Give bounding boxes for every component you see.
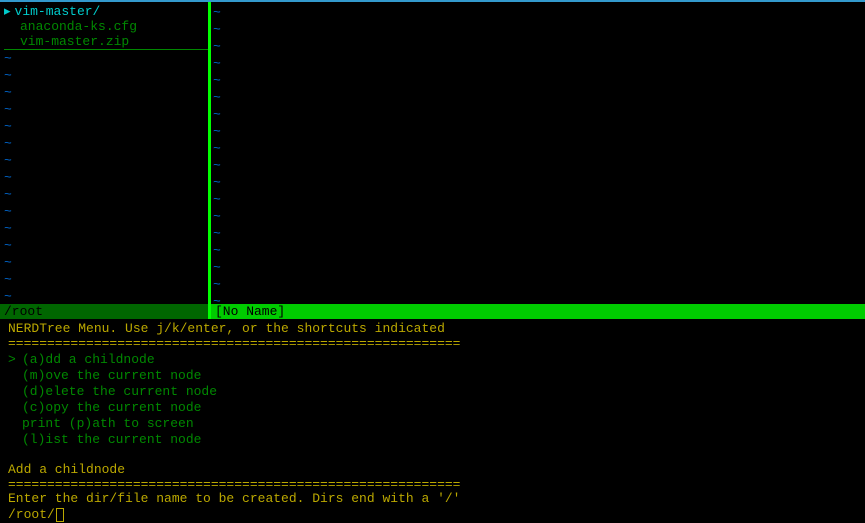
tilde-marker: ~ (4, 186, 208, 203)
tilde-marker: ~ (213, 242, 865, 259)
tilde-marker: ~ (4, 50, 208, 67)
tree-root-label: vim-master/ (15, 4, 101, 19)
tilde-marker: ~ (213, 208, 865, 225)
tilde-marker: ~ (4, 152, 208, 169)
menu-item-label: (m)ove the current node (22, 368, 201, 383)
menu-divider: ========================================… (8, 337, 865, 350)
menu-item-label: (c)opy the current node (22, 400, 201, 415)
tilde-marker: ~ (4, 101, 208, 118)
tilde-marker: ~ (213, 276, 865, 293)
menu-items-list: > (a)dd a childnode (m)ove the current n… (8, 352, 865, 448)
menu-item-move[interactable]: (m)ove the current node (8, 368, 865, 384)
menu-item-list[interactable]: (l)ist the current node (8, 432, 865, 448)
tilde-marker: ~ (4, 84, 208, 101)
tree-content: ▸ vim-master/ anaconda-ks.cfg vim-master… (0, 2, 208, 50)
status-left-path: /root (0, 304, 211, 319)
prompt-instruction: Enter the dir/file name to be created. D… (8, 491, 865, 507)
tilde-marker: ~ (213, 4, 865, 21)
tilde-marker: ~ (4, 169, 208, 186)
menu-item-label: (a)dd a childnode (22, 352, 155, 367)
menu-item-print[interactable]: print (p)ath to screen (8, 416, 865, 432)
tilde-marker: ~ (213, 55, 865, 72)
tilde-marker: ~ (213, 191, 865, 208)
nerdtree-menu: NERDTree Menu. Use j/k/enter, or the sho… (0, 319, 865, 523)
tilde-marker: ~ (4, 237, 208, 254)
menu-selected-indicator: > (8, 352, 22, 368)
menu-item-label: (d)elete the current node (22, 384, 217, 399)
tilde-marker: ~ (4, 220, 208, 237)
status-right-name: [No Name] (211, 304, 865, 319)
tilde-marker: ~ (213, 140, 865, 157)
tilde-marker: ~ (213, 89, 865, 106)
tilde-marker: ~ (213, 157, 865, 174)
tilde-marker: ~ (213, 259, 865, 276)
status-bar: /root [No Name] (0, 304, 865, 319)
menu-item-delete[interactable]: (d)elete the current node (8, 384, 865, 400)
tilde-marker: ~ (213, 72, 865, 89)
prompt-section: Add a childnode ========================… (8, 462, 865, 523)
tilde-marker: ~ (4, 271, 208, 288)
tilde-marker: ~ (213, 106, 865, 123)
input-prefix: /root/ (8, 507, 55, 523)
tilde-marker: ~ (213, 38, 865, 55)
menu-item-add[interactable]: > (a)dd a childnode (8, 352, 865, 368)
menu-header: NERDTree Menu. Use j/k/enter, or the sho… (8, 321, 865, 337)
editor-pane[interactable]: ~ ~ ~ ~ ~ ~ ~ ~ ~ ~ ~ ~ ~ ~ ~ ~ ~ ~ (211, 2, 865, 304)
menu-item-label: (l)ist the current node (22, 432, 201, 447)
tilde-marker: ~ (4, 203, 208, 220)
main-split-area: ▸ vim-master/ anaconda-ks.cfg vim-master… (0, 2, 865, 304)
tilde-marker: ~ (4, 288, 208, 305)
tilde-marker: ~ (4, 135, 208, 152)
tree-root-dir[interactable]: ▸ vim-master/ (4, 4, 208, 19)
menu-item-label: print (p)ath to screen (22, 416, 194, 431)
tilde-marker: ~ (213, 174, 865, 191)
tree-expand-icon: ▸ (4, 4, 11, 19)
nerdtree-empty-lines: ~ ~ ~ ~ ~ ~ ~ ~ ~ ~ ~ ~ ~ ~ ~ (0, 50, 208, 305)
tilde-marker: ~ (4, 118, 208, 135)
tree-file-item[interactable]: vim-master.zip (4, 34, 208, 49)
tilde-marker: ~ (213, 123, 865, 140)
tilde-marker: ~ (213, 21, 865, 38)
prompt-divider: ========================================… (8, 478, 865, 491)
menu-item-copy[interactable]: (c)opy the current node (8, 400, 865, 416)
tilde-marker: ~ (213, 225, 865, 242)
input-line[interactable]: /root/ (8, 507, 865, 523)
nerdtree-pane[interactable]: ▸ vim-master/ anaconda-ks.cfg vim-master… (0, 2, 211, 304)
prompt-title: Add a childnode (8, 462, 865, 478)
tilde-marker: ~ (4, 67, 208, 84)
tree-file-item[interactable]: anaconda-ks.cfg (4, 19, 208, 34)
tilde-marker: ~ (4, 254, 208, 271)
text-cursor (56, 508, 64, 522)
